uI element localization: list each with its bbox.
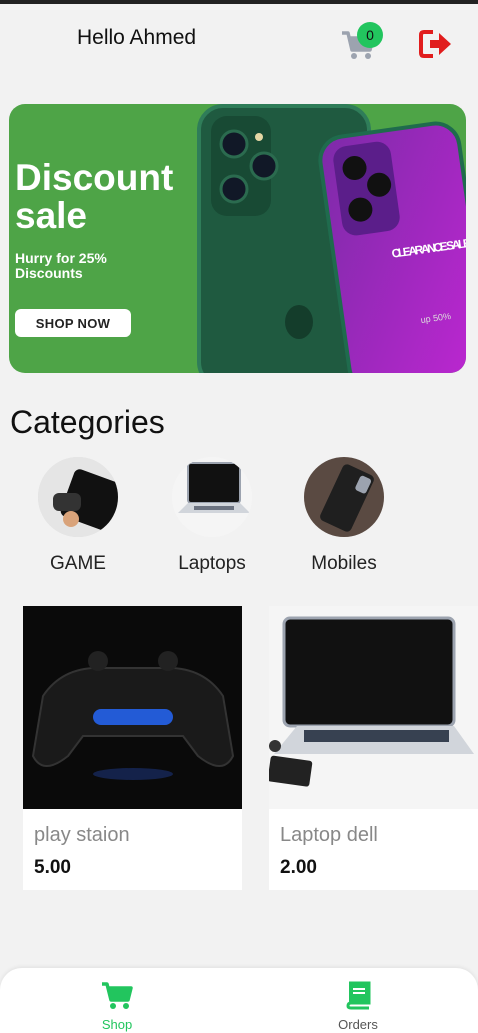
nav-shop-label: Shop (101, 1017, 133, 1032)
game-icon (38, 457, 118, 537)
nav-orders[interactable]: Orders (318, 980, 398, 1032)
nav-shop[interactable]: Shop (77, 980, 157, 1032)
category-game[interactable]: GAME (23, 457, 133, 575)
phones-image: CLEARANCE SALE up 50% (197, 104, 466, 373)
bottom-nav: Shop Orders (0, 968, 478, 1033)
product-image (23, 606, 242, 809)
category-laptops-label: Laptops (178, 553, 246, 574)
promo-banner[interactable]: Discount sale Hurry for 25% Discounts SH… (9, 104, 466, 373)
category-game-label: GAME (50, 553, 106, 574)
nav-orders-label: Orders (338, 1017, 378, 1032)
category-mobiles[interactable]: Mobiles (289, 457, 399, 575)
greeting-text: Hello Ahmed (77, 26, 197, 49)
product-card[interactable]: play staion 5.00 (23, 606, 242, 890)
category-mobiles-label: Mobiles (311, 553, 377, 574)
header: Hello Ahmed 0 (0, 0, 478, 90)
banner-subtitle: Hurry for 25% Discounts (15, 250, 107, 281)
product-card[interactable]: Laptop dell 2.00 (269, 606, 478, 890)
book-icon (346, 981, 371, 1010)
mobile-icon (304, 457, 384, 537)
banner-title: Discount sale (15, 157, 174, 236)
product-price: 2.00 (280, 857, 317, 878)
logout-icon[interactable] (419, 29, 453, 59)
category-laptops[interactable]: Laptops (157, 457, 267, 575)
cart-icon (102, 982, 133, 1009)
laptop-icon (172, 457, 252, 537)
product-name: play staion (34, 824, 130, 846)
product-name: Laptop dell (280, 824, 378, 846)
shop-now-button[interactable]: SHOP NOW (15, 309, 131, 337)
product-image (269, 606, 478, 809)
product-price: 5.00 (34, 857, 71, 878)
cart-count-badge: 0 (357, 22, 383, 48)
categories-heading: Categories (10, 404, 165, 440)
